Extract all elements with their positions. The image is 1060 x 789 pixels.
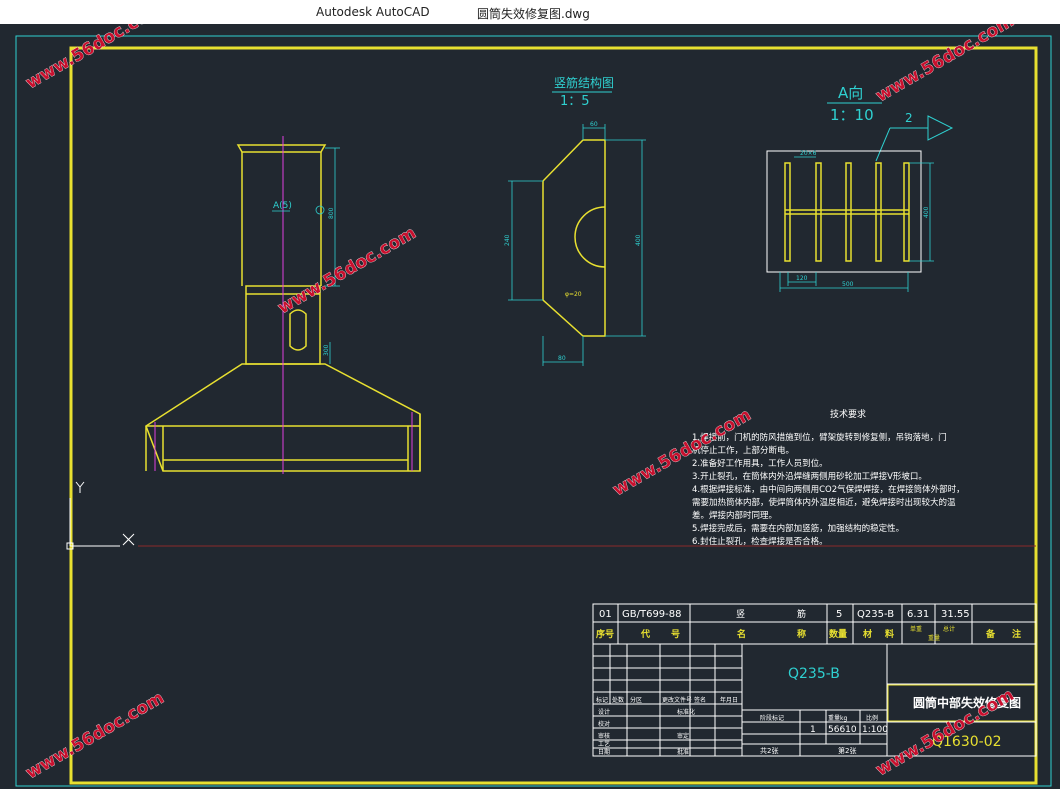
left-label-date: 日期	[598, 748, 610, 756]
title-stage-label: 阶段标记	[760, 714, 784, 722]
watermark-5: www.56doc.com	[23, 688, 168, 783]
left-label-approve: 批准	[677, 748, 689, 756]
a-view	[784, 162, 910, 262]
bom-header-qty: 数量	[829, 628, 847, 640]
rib-hole-label: φ=20	[565, 291, 582, 298]
a-dim-120: 120	[796, 275, 808, 282]
ucs-icon	[66, 481, 135, 550]
a-view-scale: 1：10	[830, 106, 874, 124]
left-label-review: 审核	[598, 732, 610, 740]
bom-cell-name-1: 竖	[736, 609, 745, 620]
outer-border	[15, 35, 1052, 787]
tech-line-9: 6.封住止裂孔，检查焊接是否合格。	[692, 536, 828, 547]
title-material: Q235-B	[788, 666, 840, 682]
rev-label-zone: 分区	[630, 696, 642, 704]
inner-border	[69, 46, 1038, 785]
left-label-approve-final: 审定	[677, 732, 689, 740]
main-dim-800: 800	[328, 207, 335, 219]
bom-header-remark-2: 注	[1012, 628, 1021, 640]
rev-label-date: 年月日	[720, 696, 738, 704]
a-view-leader	[875, 115, 954, 162]
file-title: 圆筒失效修复图.dwg	[477, 7, 590, 21]
title-quantity: 1	[810, 725, 816, 735]
balloon-number: 2	[905, 111, 913, 125]
rev-label-file: 更改文件号	[662, 696, 692, 704]
bom-header-code-2: 号	[671, 629, 680, 640]
left-label-design: 设计	[598, 708, 610, 716]
bom-cell-total-weight: 31.55	[941, 609, 970, 620]
tech-line-5: 4.根据焊接标准，由中间向两侧用CO2气保焊焊接，在焊接筒体外部时，	[692, 484, 965, 495]
bom-header-unit: 单重	[910, 625, 922, 633]
bom-header-remark-1: 备	[985, 628, 996, 640]
bom-cell-unit-weight: 6.31	[907, 609, 929, 620]
rib-view-title: 竖筋结构图	[554, 75, 614, 90]
drawing-canvas[interactable]: 800 300 A(5) 竖筋结构图 1：5 60 240 400 80 φ=2…	[0, 24, 1060, 789]
rib-view	[542, 139, 606, 337]
app-title: Autodesk AutoCAD	[316, 5, 430, 19]
rib-view-scale: 1：5	[560, 94, 590, 109]
bom-header-name-2: 称	[797, 628, 806, 640]
rev-label-count: 处数	[612, 696, 624, 704]
bom-cell-material: Q235-B	[857, 609, 894, 620]
left-label-process: 工艺	[598, 740, 610, 748]
rib-dim-400: 400	[635, 234, 642, 246]
bom-header-total: 总计	[943, 625, 955, 633]
a-dim-400: 400	[923, 206, 930, 218]
bom-header-weight: 重量	[928, 634, 940, 642]
main-dim-300: 300	[323, 344, 330, 356]
rib-dim-240: 240	[504, 234, 511, 246]
tech-line-6: 需要加热筒体内部，使焊筒体内外温度相近，避免焊接时出现较大的温	[692, 497, 956, 508]
tech-line-8: 5.焊接完成后，需要在内部加竖筋，加强结构的稳定性。	[692, 523, 904, 534]
title-sheet-no: 第2张	[838, 746, 856, 755]
tech-line-4: 3.开止裂孔，在筒体内外沿焊缝两侧用砂轮加工焊接V形坡口。	[692, 471, 927, 482]
rib-dim-80: 80	[558, 355, 566, 362]
title-scale-label: 比例	[866, 714, 878, 722]
bom-cell-no: 01	[599, 609, 612, 620]
bom-cell-name-2: 筋	[797, 608, 806, 620]
bom-cell-qty: 5	[836, 609, 842, 620]
tech-title: 技术要求	[830, 408, 866, 420]
a-view-title: A向	[838, 84, 863, 102]
bom-cell-code: GB/T699-88	[622, 609, 682, 620]
bom-header-name-1: 名	[737, 628, 746, 640]
rev-label-sign: 签名	[694, 696, 706, 704]
watermark-3: www.56doc.com	[275, 223, 420, 318]
a-dim-500: 500	[842, 281, 854, 288]
bom-header-material-2: 料	[885, 628, 894, 640]
left-label-check: 校对	[598, 720, 610, 728]
tech-line-7: 差。焊接内部时同理。	[692, 510, 777, 521]
title-weight: 56610	[828, 725, 857, 735]
a-direction-label: A(5)	[273, 201, 292, 211]
title-scale: 1:100	[862, 725, 888, 735]
rib-dim-60: 60	[590, 121, 598, 128]
rev-label-mark: 标记	[596, 696, 608, 704]
bom-header-no: 序号	[596, 628, 614, 640]
bom-header-code-1: 代	[640, 628, 650, 640]
left-label-standard: 标准化	[677, 708, 695, 716]
watermark-1: www.56doc.com	[23, 24, 168, 93]
title-sheets-total: 共2张	[760, 746, 778, 755]
title-bar: Autodesk AutoCAD 圆筒失效修复图.dwg	[0, 0, 1060, 24]
tech-line-3: 2.准备好工作用具，工作人员到位。	[692, 458, 828, 469]
a-dim-20x6: 20×6	[800, 150, 817, 157]
bom-header-material-1: 材	[862, 628, 872, 640]
title-weight-label: 重量kg	[828, 714, 847, 722]
